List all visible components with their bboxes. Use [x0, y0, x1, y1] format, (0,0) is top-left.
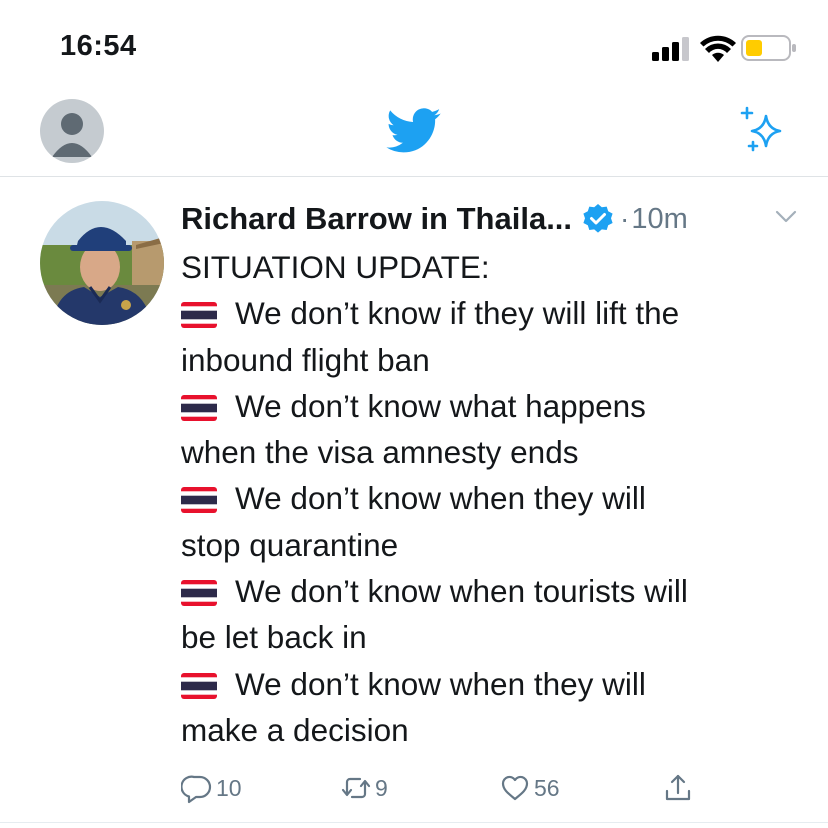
share-button[interactable] — [662, 768, 694, 808]
retweet-icon — [341, 777, 371, 799]
battery-icon — [741, 35, 796, 61]
reply-button[interactable]: 10 — [181, 768, 242, 808]
wifi-icon — [700, 35, 736, 62]
twitter-bird-icon[interactable] — [386, 108, 442, 154]
tweet-line: be let back in — [181, 619, 367, 656]
tweet-text: SITUATION UPDATE: We don’t know if they … — [181, 244, 801, 753]
tweet-actions: 10 9 56 — [0, 768, 828, 808]
author-name[interactable]: Richard Barrow in Thaila... — [181, 201, 572, 237]
thailand-flag-icon — [181, 487, 217, 514]
sparkle-icon[interactable] — [736, 104, 790, 158]
profile-avatar-icon[interactable] — [40, 99, 104, 163]
signal-icon — [652, 37, 689, 61]
retweet-count: 9 — [375, 774, 388, 801]
default-user-icon — [52, 113, 92, 157]
tweet-header: Richard Barrow in Thaila... · 10m — [181, 197, 798, 241]
tweet-line: We don’t know when they will — [181, 661, 801, 707]
status-time: 16:54 — [60, 30, 137, 62]
tweet-line: We don’t know when they will — [181, 475, 801, 521]
tweet-line: inbound flight ban — [181, 341, 430, 378]
author-photo — [40, 201, 164, 325]
tweet-line: We don’t know when tourists will — [181, 568, 801, 614]
tweet-timestamp[interactable]: 10m — [631, 203, 687, 236]
thailand-flag-icon — [181, 394, 217, 421]
tweet-line: stop quarantine — [181, 526, 399, 563]
heart-icon — [501, 775, 529, 801]
retweet-button[interactable]: 9 — [340, 768, 388, 808]
author-avatar[interactable] — [40, 201, 164, 325]
reply-icon — [181, 775, 212, 804]
verified-badge-icon — [583, 204, 613, 233]
tweet-line: when the visa amnesty ends — [181, 434, 579, 471]
share-icon — [665, 774, 691, 801]
thailand-flag-icon — [181, 672, 217, 699]
separator-dot: · — [620, 203, 630, 234]
chevron-down-icon[interactable] — [774, 209, 798, 225]
like-button[interactable]: 56 — [499, 768, 560, 808]
tweet-line: make a decision — [181, 711, 409, 748]
timeline-header — [0, 88, 828, 177]
reply-count: 10 — [216, 774, 242, 801]
thailand-flag-icon — [181, 302, 217, 329]
tweet-divider — [0, 822, 828, 823]
tweet-line: We don’t know what happens — [181, 383, 801, 429]
tweet-line: SITUATION UPDATE: — [181, 249, 490, 285]
tweet-line: We don’t know if they will lift the — [181, 290, 801, 336]
thailand-flag-icon — [181, 580, 217, 607]
like-count: 56 — [534, 774, 560, 801]
